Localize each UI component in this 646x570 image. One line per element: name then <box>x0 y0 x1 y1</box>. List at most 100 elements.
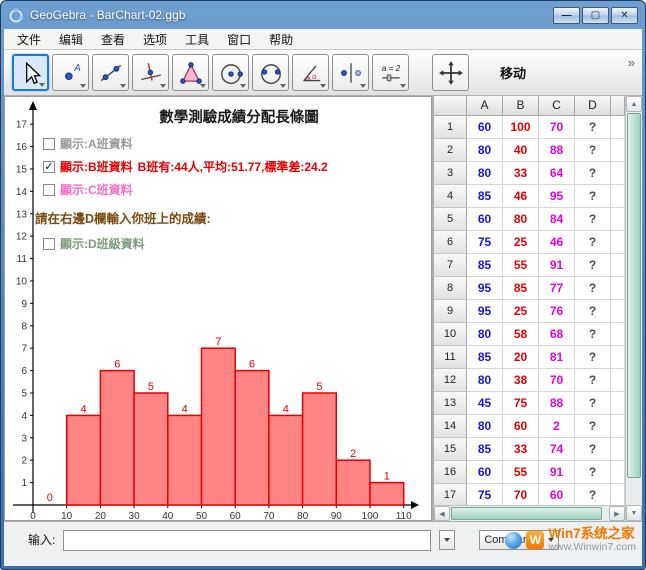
menu-tools[interactable]: 工具 <box>176 29 218 50</box>
algebra-input[interactable] <box>63 530 431 551</box>
symbol-dropdown[interactable] <box>439 530 455 550</box>
cell-B11[interactable]: 20 <box>503 346 539 369</box>
cell-C4[interactable]: 95 <box>539 185 575 208</box>
horizontal-scroll-track[interactable] <box>450 506 609 521</box>
cell-C8[interactable]: 77 <box>539 277 575 300</box>
cell-B10[interactable]: 58 <box>503 323 539 346</box>
tool-line[interactable] <box>92 54 129 91</box>
cell-C14[interactable]: 2 <box>539 415 575 438</box>
row-header-14[interactable]: 14 <box>434 415 467 438</box>
row-header-4[interactable]: 4 <box>434 185 467 208</box>
tool-dropdown-arrow-icon[interactable] <box>160 84 166 88</box>
scroll-up-button[interactable]: ▲ <box>626 96 642 112</box>
tool-conic-two-points[interactable] <box>252 54 289 91</box>
cell-B8[interactable]: 85 <box>503 277 539 300</box>
row-header-16[interactable]: 16 <box>434 461 467 484</box>
cell-B3[interactable]: 33 <box>503 162 539 185</box>
cell-D3[interactable]: ? <box>575 162 611 185</box>
cell-C7[interactable]: 91 <box>539 254 575 277</box>
cell-B17[interactable]: 70 <box>503 484 539 505</box>
tool-slider[interactable]: a = 2 <box>372 54 409 91</box>
row-header-3[interactable]: 3 <box>434 162 467 185</box>
menu-window[interactable]: 窗口 <box>218 29 260 50</box>
menu-help[interactable]: 帮助 <box>260 29 302 50</box>
cell-A10[interactable]: 80 <box>467 323 503 346</box>
cell-A3[interactable]: 80 <box>467 162 503 185</box>
cell-A7[interactable]: 85 <box>467 254 503 277</box>
tool-reflect-about-line[interactable] <box>332 54 369 91</box>
scroll-down-button[interactable]: ▼ <box>626 505 642 521</box>
tool-circle-with-center[interactable] <box>212 54 249 91</box>
maximize-button[interactable]: ▢ <box>582 7 609 24</box>
cell-C12[interactable]: 70 <box>539 369 575 392</box>
cell-B9[interactable]: 25 <box>503 300 539 323</box>
spreadsheet-grid[interactable]: ABCD 16010070?2804088?3803364?4854695?56… <box>434 96 625 505</box>
cell-A17[interactable]: 75 <box>467 484 503 505</box>
tool-dropdown-arrow-icon[interactable] <box>280 84 286 88</box>
scroll-right-button[interactable]: ▶ <box>609 506 625 521</box>
cell-B13[interactable]: 75 <box>503 392 539 415</box>
cell-B7[interactable]: 55 <box>503 254 539 277</box>
cell-A9[interactable]: 95 <box>467 300 503 323</box>
cell-B4[interactable]: 46 <box>503 185 539 208</box>
cell-D1[interactable]: ? <box>575 116 611 139</box>
cell-C17[interactable]: 60 <box>539 484 575 505</box>
menu-edit[interactable]: 编辑 <box>50 29 92 50</box>
cell-C11[interactable]: 81 <box>539 346 575 369</box>
cell-B16[interactable]: 55 <box>503 461 539 484</box>
cell-B5[interactable]: 80 <box>503 208 539 231</box>
cell-C16[interactable]: 91 <box>539 461 575 484</box>
cell-A15[interactable]: 85 <box>467 438 503 461</box>
vertical-scroll-track[interactable] <box>626 112 642 505</box>
cell-D17[interactable]: ? <box>575 484 611 505</box>
scroll-left-button[interactable]: ◀ <box>434 506 450 521</box>
tool-dropdown-arrow-icon[interactable] <box>200 84 206 88</box>
row-header-2[interactable]: 2 <box>434 139 467 162</box>
cell-D13[interactable]: ? <box>575 392 611 415</box>
toolbar-overflow-chevron-icon[interactable]: » <box>628 55 635 70</box>
cell-A6[interactable]: 75 <box>467 231 503 254</box>
menu-view[interactable]: 查看 <box>92 29 134 50</box>
cell-A12[interactable]: 80 <box>467 369 503 392</box>
cell-D14[interactable]: ? <box>575 415 611 438</box>
cell-A5[interactable]: 60 <box>467 208 503 231</box>
cell-C5[interactable]: 84 <box>539 208 575 231</box>
cell-A13[interactable]: 45 <box>467 392 503 415</box>
tool-dropdown-arrow-icon[interactable] <box>240 84 246 88</box>
row-header-7[interactable]: 7 <box>434 254 467 277</box>
tool-dropdown-arrow-icon[interactable] <box>320 84 326 88</box>
row-header-12[interactable]: 12 <box>434 369 467 392</box>
checkbox-box-icon[interactable] <box>43 138 55 150</box>
tool-point[interactable]: A <box>52 54 89 91</box>
cell-A2[interactable]: 80 <box>467 139 503 162</box>
tool-perpendicular-line[interactable] <box>132 54 169 91</box>
cell-B14[interactable]: 60 <box>503 415 539 438</box>
checkbox-box-icon[interactable] <box>43 238 55 250</box>
row-header-6[interactable]: 6 <box>434 231 467 254</box>
cell-D2[interactable]: ? <box>575 139 611 162</box>
row-header-17[interactable]: 17 <box>434 484 467 505</box>
minimize-button[interactable]: — <box>553 7 580 24</box>
checkbox-class-a[interactable]: 顯示:A班資料 <box>43 135 133 152</box>
row-header-5[interactable]: 5 <box>434 208 467 231</box>
row-header-11[interactable]: 11 <box>434 346 467 369</box>
cell-C9[interactable]: 76 <box>539 300 575 323</box>
checkbox-box-icon[interactable] <box>43 184 55 196</box>
cell-D10[interactable]: ? <box>575 323 611 346</box>
tool-dropdown-arrow-icon[interactable] <box>120 84 126 88</box>
sheet-corner-cell[interactable] <box>434 96 467 116</box>
horizontal-scroll-thumb[interactable] <box>451 507 602 520</box>
checkbox-box-icon[interactable]: ✓ <box>43 161 55 173</box>
cell-B12[interactable]: 38 <box>503 369 539 392</box>
cell-B1[interactable]: 100 <box>503 116 539 139</box>
cell-D4[interactable]: ? <box>575 185 611 208</box>
cell-C6[interactable]: 46 <box>539 231 575 254</box>
graphics-panel[interactable]: 0102030405060708090100110123456789101112… <box>4 96 432 521</box>
cell-A4[interactable]: 85 <box>467 185 503 208</box>
title-bar[interactable]: GeoGebra - BarChart-02.ggb — ▢ ✕ <box>1 1 645 29</box>
cell-D5[interactable]: ? <box>575 208 611 231</box>
cell-C1[interactable]: 70 <box>539 116 575 139</box>
sheet-horizontal-scrollbar[interactable]: ◀ ▶ <box>434 505 625 521</box>
close-button[interactable]: ✕ <box>611 7 638 24</box>
column-header-A[interactable]: A <box>467 96 503 116</box>
